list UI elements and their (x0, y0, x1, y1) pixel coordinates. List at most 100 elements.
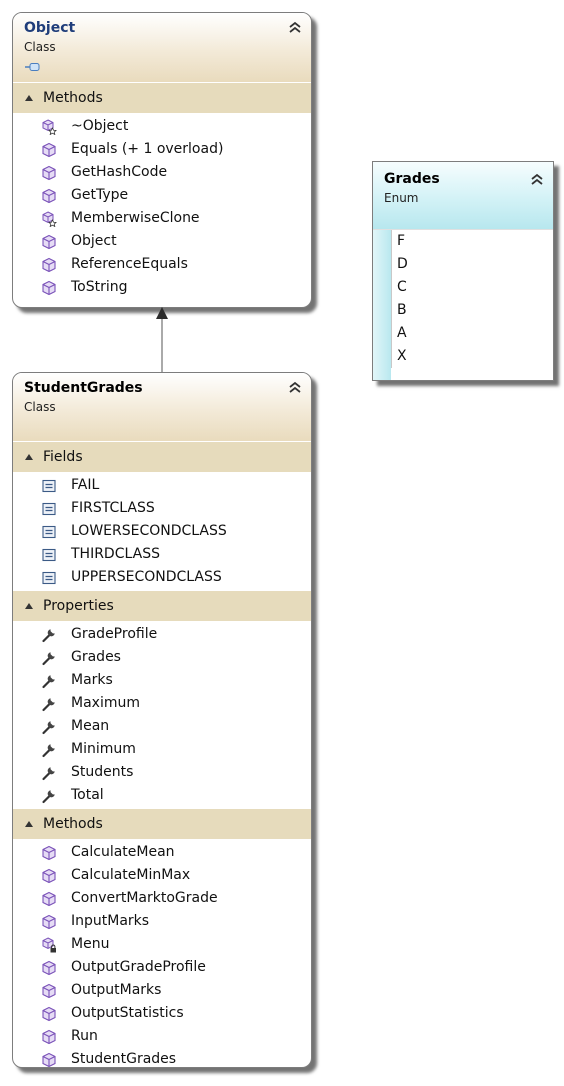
grades-enum-box[interactable]: Grades Enum FDCBAX (372, 161, 554, 381)
member-row[interactable]: Students (13, 761, 311, 784)
enum-value[interactable]: F (392, 230, 553, 253)
grades-enum-values: FDCBAX (391, 230, 553, 368)
member-label: Run (71, 1028, 98, 1044)
member-label: GetType (71, 187, 129, 203)
field-icon (41, 501, 57, 517)
member-label: Object (71, 233, 117, 249)
member-row[interactable]: StudentGrades (13, 1048, 311, 1067)
member-row[interactable]: MemberwiseClone (13, 207, 311, 230)
member-row[interactable]: Object (13, 230, 311, 253)
studentgrades-class-name[interactable]: StudentGrades (24, 379, 300, 397)
method-icon (41, 868, 57, 884)
member-label: ~Object (71, 118, 129, 134)
member-label: THIRDCLASS (71, 546, 160, 562)
expand-triangle-icon[interactable] (25, 821, 33, 827)
member-row[interactable]: ConvertMarktoGrade (13, 887, 311, 910)
member-label: OutputGradeProfile (71, 959, 206, 975)
enum-side-bar (373, 230, 391, 380)
object-class-name[interactable]: Object (24, 19, 300, 37)
enum-value[interactable]: D (392, 253, 553, 276)
section-title: Methods (43, 90, 103, 106)
section-header-fields[interactable]: Fields (13, 441, 311, 472)
member-row[interactable]: Equals (+ 1 overload) (13, 138, 311, 161)
property-icon (41, 765, 57, 781)
member-row[interactable]: InputMarks (13, 910, 311, 933)
member-label: Students (71, 764, 134, 780)
member-row[interactable]: Minimum (13, 738, 311, 761)
member-label: Maximum (71, 695, 140, 711)
member-label: OutputMarks (71, 982, 162, 998)
member-row[interactable]: CalculateMean (13, 841, 311, 864)
collapse-icon[interactable] (530, 171, 544, 185)
property-icon (41, 696, 57, 712)
method-icon (41, 188, 57, 204)
studentgrades-class-members: Fields FAIL FIRSTCLASS LOWERSECONDCLASS THIR… (13, 441, 311, 1067)
enum-value[interactable]: C (392, 276, 553, 299)
member-row[interactable]: OutputMarks (13, 979, 311, 1002)
member-row[interactable]: OutputGradeProfile (13, 956, 311, 979)
member-row[interactable]: UPPERSECONDCLASS (13, 566, 311, 589)
member-label: MemberwiseClone (71, 210, 200, 226)
member-row[interactable]: LOWERSECONDCLASS (13, 520, 311, 543)
member-label: CalculateMinMax (71, 867, 191, 883)
member-label: FIRSTCLASS (71, 500, 155, 516)
member-row[interactable]: FAIL (13, 474, 311, 497)
collapse-icon[interactable] (288, 19, 302, 33)
member-label: ToString (71, 279, 128, 295)
member-row[interactable]: THIRDCLASS (13, 543, 311, 566)
expand-triangle-icon[interactable] (25, 454, 33, 460)
member-list: GradeProfile Grades Marks Maximum Mean Minimu… (13, 621, 311, 808)
member-row[interactable]: FIRSTCLASS (13, 497, 311, 520)
member-row[interactable]: GetHashCode (13, 161, 311, 184)
member-row[interactable]: Maximum (13, 692, 311, 715)
member-row[interactable]: Grades (13, 646, 311, 669)
member-list: ~Object Equals (+ 1 overload) GetHashCode G… (13, 113, 311, 300)
member-row[interactable]: ToString (13, 276, 311, 299)
member-label: Minimum (71, 741, 136, 757)
field-icon (41, 478, 57, 494)
member-row[interactable]: Marks (13, 669, 311, 692)
member-row[interactable]: ReferenceEquals (13, 253, 311, 276)
member-label: GradeProfile (71, 626, 158, 642)
member-row[interactable]: Mean (13, 715, 311, 738)
member-row[interactable]: GradeProfile (13, 623, 311, 646)
field-icon (41, 524, 57, 540)
member-row[interactable]: OutputStatistics (13, 1002, 311, 1025)
member-row[interactable]: Run (13, 1025, 311, 1048)
object-class-box[interactable]: Object Class Methods ~Object Equals (+ 1 o… (12, 12, 312, 308)
member-label: Equals (+ 1 overload) (71, 141, 224, 157)
member-row[interactable]: Total (13, 784, 311, 807)
enum-value[interactable]: B (392, 299, 553, 322)
property-icon (41, 673, 57, 689)
enum-value[interactable]: A (392, 322, 553, 345)
property-icon (41, 650, 57, 666)
member-row[interactable]: CalculateMinMax (13, 864, 311, 887)
expand-triangle-icon[interactable] (25, 95, 33, 101)
method-icon (41, 280, 57, 296)
object-class-members: Methods ~Object Equals (+ 1 overload) GetHa… (13, 82, 311, 300)
method-icon (41, 257, 57, 273)
section-header-methods[interactable]: Methods (13, 82, 311, 113)
member-label: Menu (71, 936, 110, 952)
member-row[interactable]: ~Object (13, 115, 311, 138)
enum-value[interactable]: X (392, 345, 553, 368)
class-link-icon (24, 57, 300, 76)
member-label: Total (71, 787, 104, 803)
section-header-properties[interactable]: Properties (13, 590, 311, 621)
inheritance-arrow (156, 307, 168, 375)
grades-enum-name[interactable]: Grades (384, 170, 542, 188)
method-icon (41, 960, 57, 976)
section-title: Properties (43, 598, 114, 614)
studentgrades-class-box[interactable]: StudentGrades Class Fields FAIL FIRSTCLASS… (12, 372, 312, 1068)
member-row[interactable]: GetType (13, 184, 311, 207)
collapse-icon[interactable] (288, 379, 302, 393)
member-label: ReferenceEquals (71, 256, 188, 272)
expand-triangle-icon[interactable] (25, 603, 33, 609)
method-icon (41, 165, 57, 181)
member-label: LOWERSECONDCLASS (71, 523, 227, 539)
member-label: StudentGrades (71, 1051, 177, 1067)
property-icon (41, 627, 57, 643)
member-label: FAIL (71, 477, 100, 493)
section-header-methods[interactable]: Methods (13, 808, 311, 839)
member-row[interactable]: Menu (13, 933, 311, 956)
